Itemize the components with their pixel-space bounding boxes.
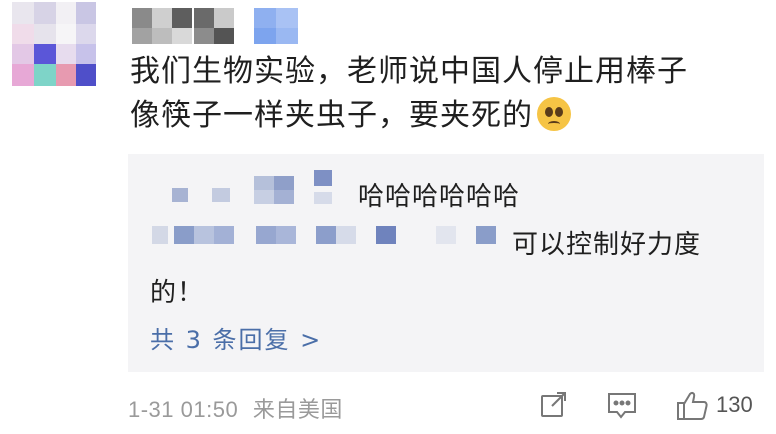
timestamp: 1-31 01:50 (128, 397, 239, 422)
comment-icon[interactable] (606, 390, 638, 424)
comment-body: 我们生物实验，老师说中国人停止用棒子 像筷子一样夹虫子，要夹死的 (130, 50, 770, 138)
comment-meta: 1-31 01:50 来自美国 (128, 392, 343, 424)
reply-line-2: 可以控制好力度 (512, 230, 702, 260)
reply-author-redacted[interactable] (172, 168, 362, 208)
avatar[interactable] (12, 2, 96, 86)
comment-line-2: 像筷子一样夹虫子，要夹死的 (130, 94, 770, 138)
thumbs-up-icon[interactable] (676, 390, 710, 426)
share-icon[interactable] (538, 390, 568, 424)
username[interactable] (132, 8, 322, 44)
reply-preview-box[interactable]: 哈哈哈哈哈哈 可以控制好力度 的！ 共 3 条回复 > (128, 154, 764, 372)
reply-line-1: 哈哈哈哈哈哈 (358, 182, 521, 212)
reply-mention-redacted[interactable] (152, 226, 502, 248)
like-count: 130 (716, 392, 753, 417)
view-more-replies-link[interactable]: 共 3 条回复 > (150, 320, 322, 355)
location: 来自美国 (252, 397, 343, 422)
comment-line-1: 我们生物实验，老师说中国人停止用棒子 (130, 54, 688, 89)
reply-line-3: 的！ (150, 278, 205, 308)
pleading-face-emoji-icon (537, 97, 571, 131)
